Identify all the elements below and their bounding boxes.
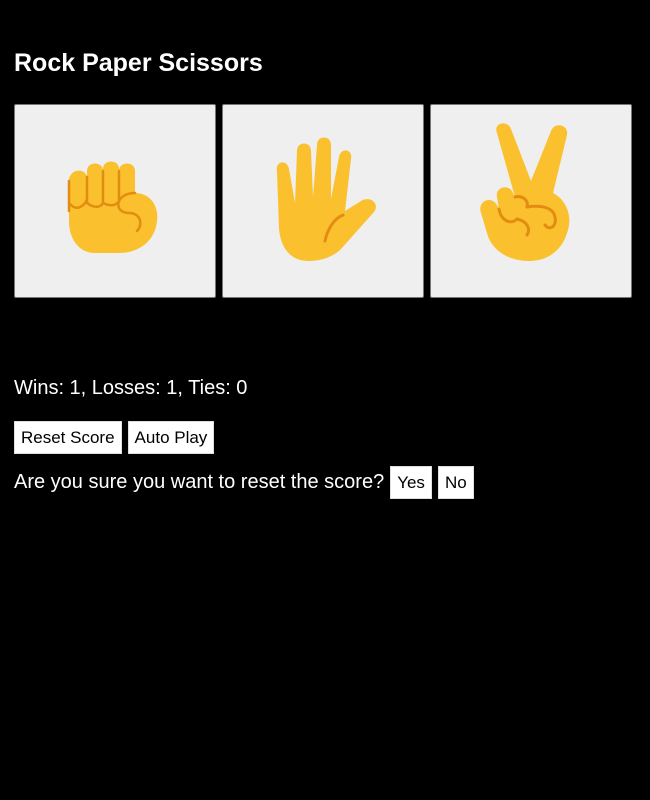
page-title: Rock Paper Scissors (14, 49, 263, 77)
reset-confirmation: Are you sure you want to reset the score… (14, 466, 474, 499)
move-buttons (14, 104, 632, 298)
auto-play-button[interactable]: Auto Play (127, 421, 215, 454)
paper-button[interactable] (222, 104, 424, 298)
confirm-question: Are you sure you want to reset the score… (14, 471, 385, 493)
page: Rock Paper Scissors Wins: 1, Losses: 1, … (0, 0, 650, 800)
confirm-no-button[interactable]: No (437, 466, 474, 499)
raised-hand-icon (276, 137, 376, 261)
fist-icon (67, 161, 158, 253)
scissors-button[interactable] (430, 104, 632, 298)
rock-button[interactable] (14, 104, 216, 298)
reset-score-button[interactable]: Reset Score (14, 421, 122, 454)
victory-hand-icon (480, 123, 570, 262)
confirm-yes-button[interactable]: Yes (390, 466, 432, 499)
score-text: Wins: 1, Losses: 1, Ties: 0 (14, 377, 248, 399)
controls: Reset Score Auto Play (14, 421, 215, 454)
